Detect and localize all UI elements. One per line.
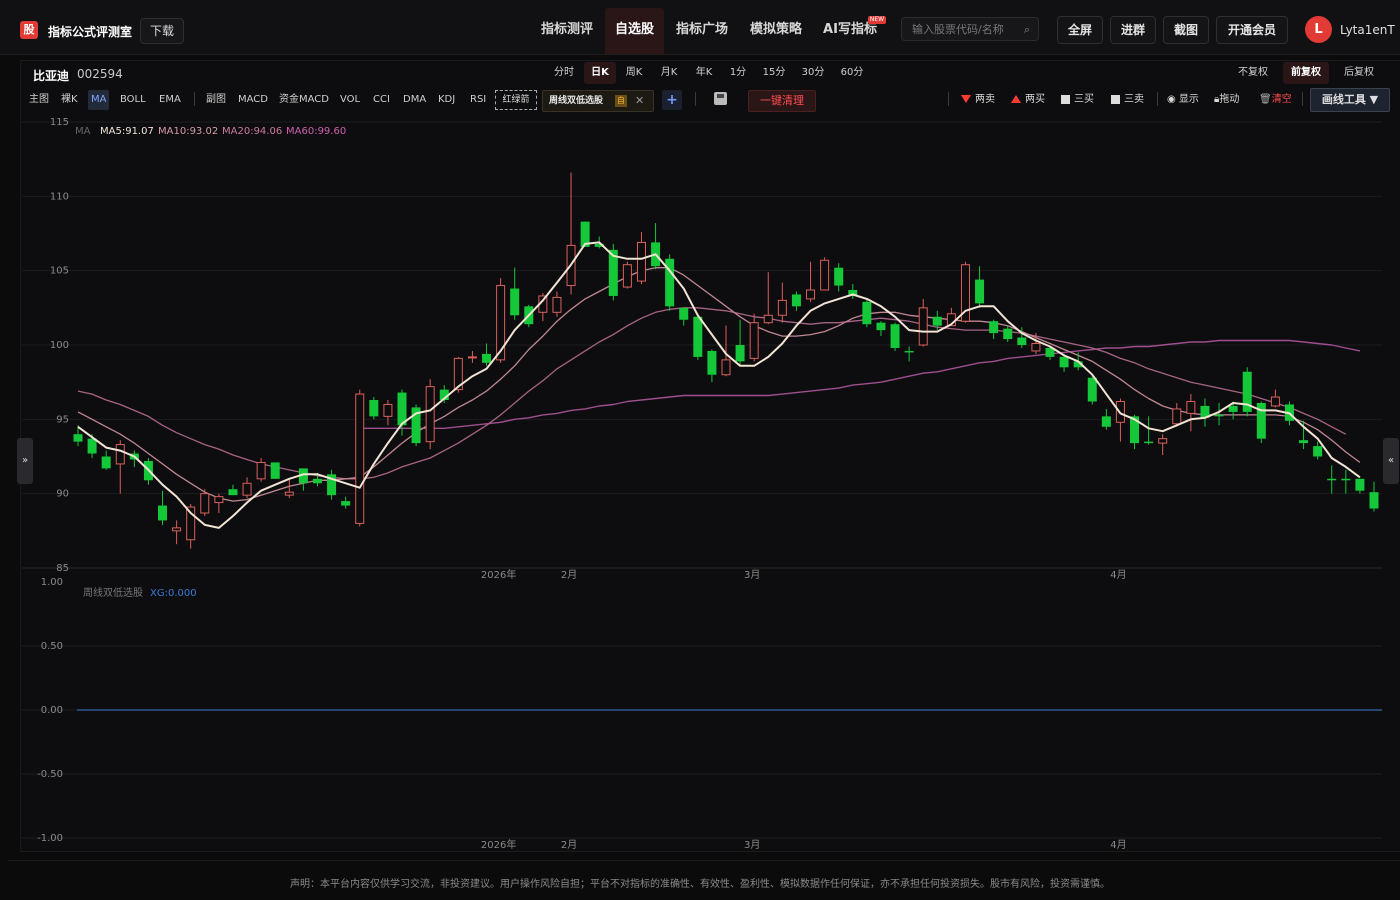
nav-ai-write-indicator[interactable]: AI写指标 [814,8,886,54]
indicator-vol[interactable]: VOL [340,90,360,110]
indicator-kdj[interactable]: KDJ [438,90,455,110]
period-monthly[interactable]: 月K [655,62,683,84]
up-triangle-icon [1011,95,1021,103]
nav-watchlist[interactable]: 自选股 [605,8,664,54]
three-buy-label: 三买 [1074,94,1094,105]
stock-name: 比亚迪 [33,69,70,83]
toolbar-divider [695,92,696,106]
footer-divider [8,860,1400,861]
adjust-forward[interactable]: 前复权 [1283,62,1329,84]
period-60min[interactable]: 60分 [838,62,866,84]
two-buy-label: 两买 [1025,94,1045,105]
app-title[interactable]: 指标公式评测室 [48,23,132,40]
period-1min[interactable]: 1分 [724,62,752,84]
two-buy-tool[interactable]: 两买 [1011,90,1045,110]
new-badge: NEW [868,16,886,24]
drawing-tools-dropdown[interactable]: 画线工具 ▼ [1310,88,1390,112]
nav-indicator-plaza[interactable]: 指标广场 [666,8,738,54]
two-sell-label: 两卖 [975,94,995,105]
drag-label: 拖动 [1219,94,1240,105]
show-label: 显示 [1178,94,1199,105]
app-logo[interactable]: 股 [20,21,38,39]
indicator-cci[interactable]: CCI [373,90,390,110]
join-group-button[interactable]: 进群 [1110,16,1156,44]
period-yearly[interactable]: 年K [690,62,718,84]
indicator-ma[interactable]: MA [88,90,110,110]
indicator-ema[interactable]: EMA [159,90,181,110]
close-icon[interactable]: ✕ [635,91,644,111]
formula-chip-label: 周线双低选股 [549,96,604,106]
avatar[interactable]: L [1305,16,1332,43]
formula-chip-tag: 自 [615,95,627,107]
down-triangle-icon [961,95,971,103]
three-buy-tool[interactable]: 三买 [1061,90,1094,110]
adjust-none[interactable]: 不复权 [1234,62,1272,84]
expand-right-button[interactable]: « [1383,438,1399,484]
period-weekly[interactable]: 周K [620,62,648,84]
three-sell-tool[interactable]: 三卖 [1111,90,1144,110]
drag-toggle[interactable]: 🔒︎拖动 [1214,90,1239,110]
chart-panel [20,60,1400,852]
period-intraday[interactable]: 分时 [550,62,578,84]
search-icon[interactable]: ⌕ [1024,18,1030,42]
stock-code: 002594 [77,67,123,81]
adjust-backward[interactable]: 后复权 [1339,62,1379,84]
period-30min[interactable]: 30分 [799,62,827,84]
three-sell-icon [1111,94,1120,104]
indicator-sub[interactable]: 副图 [206,90,226,110]
nav-indicator-review[interactable]: 指标测评 [530,8,604,54]
toolbar-divider [194,92,195,106]
username[interactable]: Lyta1enT [1340,23,1395,37]
period-15min[interactable]: 15分 [760,62,788,84]
three-sell-label: 三卖 [1124,94,1144,105]
toolbar-divider [948,92,949,106]
screenshot-button[interactable]: 截图 [1163,16,1209,44]
fullscreen-button[interactable]: 全屏 [1057,16,1103,44]
save-icon[interactable] [714,92,727,105]
formula-chip[interactable]: 周线双低选股 自 ✕ [542,90,654,112]
indicator-capital-macd[interactable]: 资金MACD [279,90,329,110]
period-daily[interactable]: 日K [584,62,616,84]
three-buy-icon [1061,94,1070,104]
vip-button[interactable]: 开通会员 [1216,16,1288,44]
trash-icon: 🗑︎ [1259,94,1272,105]
download-button[interactable]: 下载 [140,18,184,44]
toolbar-divider [1157,92,1158,106]
clear-drawings-label: 清空 [1271,94,1292,105]
two-sell-tool[interactable]: 两卖 [961,90,995,110]
indicator-dma[interactable]: DMA [403,90,426,110]
clear-drawings-button[interactable]: 🗑︎清空 [1259,90,1292,110]
indicator-rsi[interactable]: RSI [470,90,486,110]
indicator-boll[interactable]: BOLL [120,90,146,110]
expand-left-button[interactable]: » [17,438,33,484]
clear-all-button[interactable]: 一键清理 [748,90,816,112]
red-green-arrow-toggle[interactable]: 红绿箭 [495,90,537,110]
search-input[interactable]: 输入股票代码/名称 ⌕ [901,17,1039,41]
nav-simulated-strategy[interactable]: 模拟策略 [740,8,812,54]
indicator-main[interactable]: 主图 [29,90,49,110]
search-placeholder: 输入股票代码/名称 [912,23,1004,36]
indicator-naked-k[interactable]: 裸K [61,90,78,110]
show-toggle[interactable]: ◉ 显示 [1167,90,1199,110]
add-indicator-button[interactable]: + [662,90,682,110]
indicator-macd[interactable]: MACD [238,90,268,110]
eye-icon: ◉ [1167,94,1179,105]
toolbar-divider [1302,92,1303,106]
disclaimer: 声明：本平台内容仅供学习交流，非投资建议。用户操作风险自担；平台不对指标的准确性… [290,879,1110,890]
